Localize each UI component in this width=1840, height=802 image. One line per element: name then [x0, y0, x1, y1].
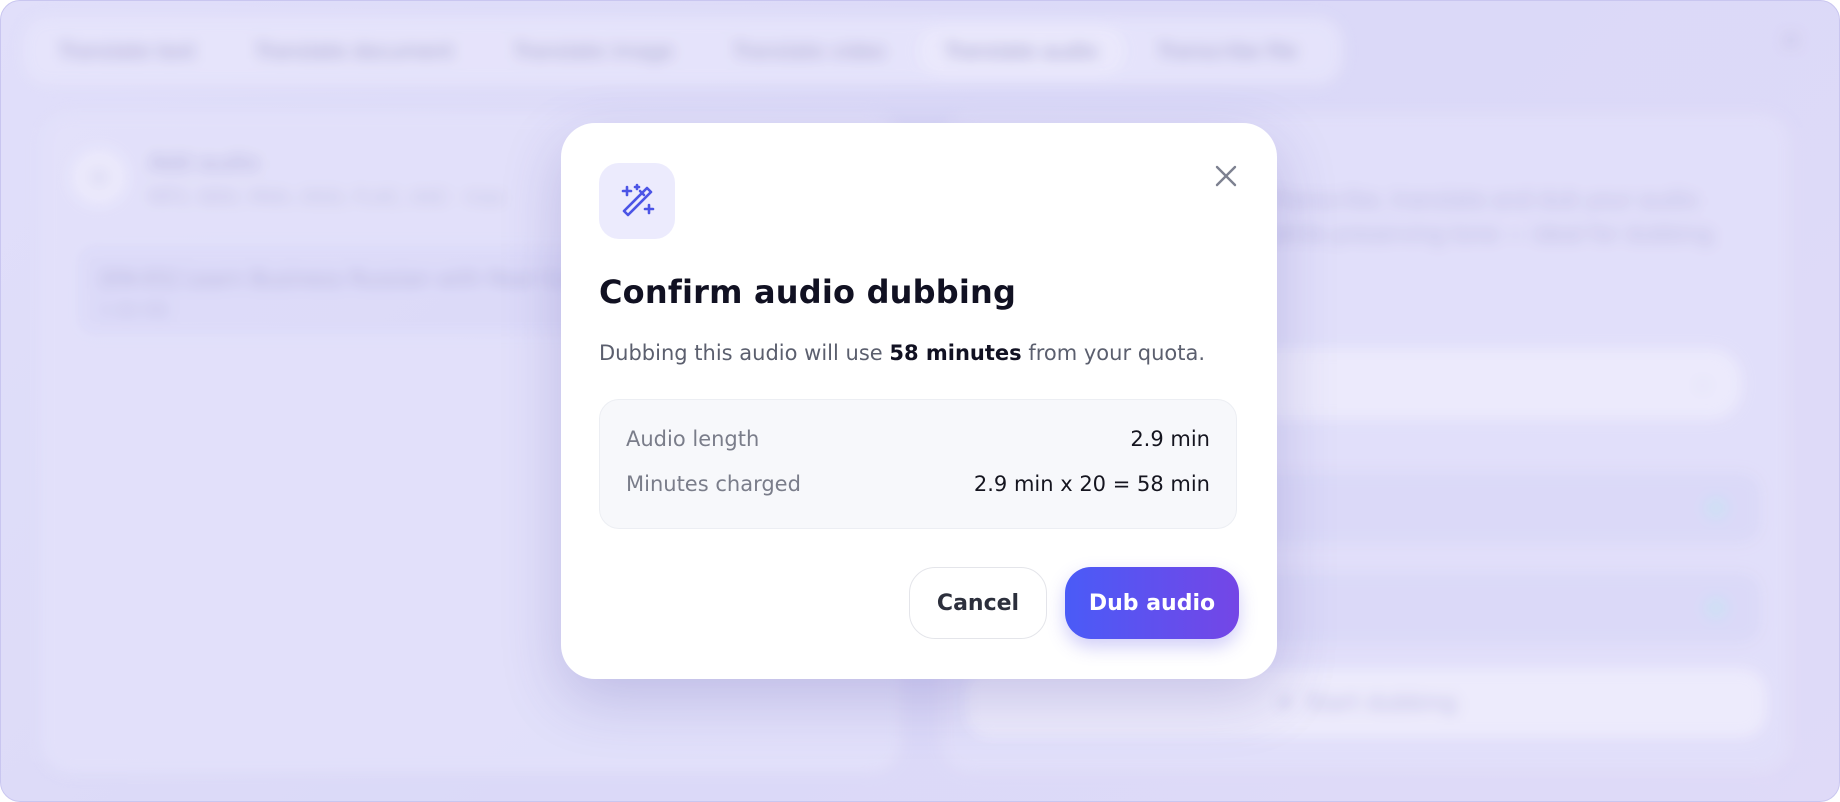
audio-length-label: Audio length [626, 427, 760, 451]
confirm-dubbing-dialog: Confirm audio dubbing Dubbing this audio… [561, 123, 1277, 679]
dialog-icon-badge [599, 163, 675, 239]
cancel-button[interactable]: Cancel [909, 567, 1047, 639]
dialog-message: Dubbing this audio will use 58 minutes f… [599, 341, 1205, 365]
app-window: Translate text Translate document Transl… [0, 0, 1840, 802]
message-prefix: Dubbing this audio will use [599, 341, 890, 365]
dub-audio-button[interactable]: Dub audio [1065, 567, 1239, 639]
minutes-charged-row: Minutes charged 2.9 min x 20 = 58 min [626, 469, 1210, 499]
message-suffix: from your quota. [1021, 341, 1206, 365]
minutes-charged-value: 2.9 min x 20 = 58 min [973, 472, 1210, 496]
audio-length-row: Audio length 2.9 min [626, 424, 1210, 454]
close-icon [1215, 165, 1237, 187]
dialog-close-button[interactable] [1209, 159, 1243, 193]
magic-wand-icon [621, 183, 655, 217]
dialog-title: Confirm audio dubbing [599, 273, 1017, 311]
minutes-charged-label: Minutes charged [626, 472, 801, 496]
cost-summary: Audio length 2.9 min Minutes charged 2.9… [599, 399, 1237, 529]
audio-length-value: 2.9 min [1130, 427, 1210, 451]
quota-minutes: 58 minutes [889, 341, 1022, 365]
